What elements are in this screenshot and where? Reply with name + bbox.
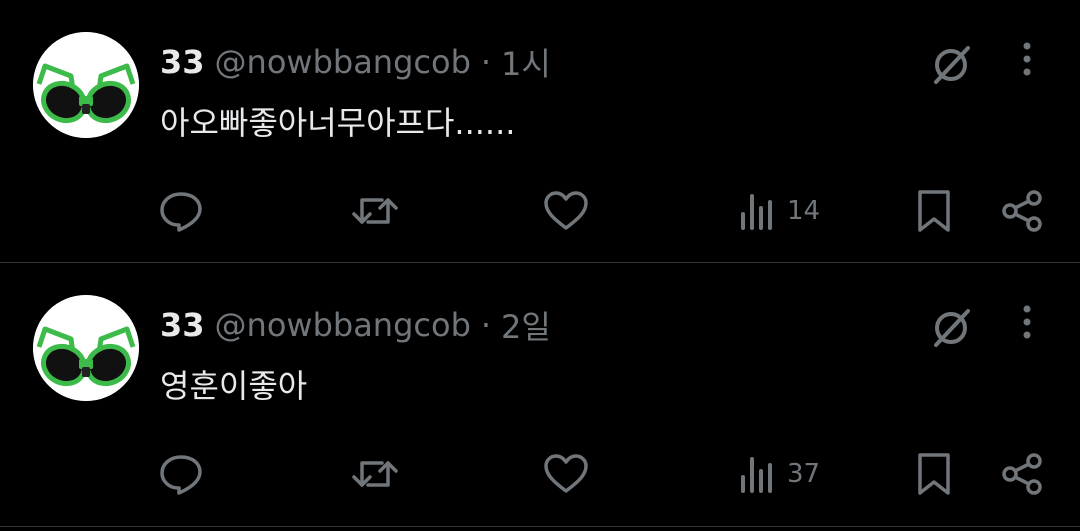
grok-icon[interactable] <box>928 305 974 351</box>
retweet-button[interactable] <box>350 187 400 235</box>
separator: · <box>480 43 492 81</box>
views-icon <box>741 457 772 493</box>
timestamp[interactable]: 1시 <box>501 39 551 85</box>
reply-icon <box>160 192 202 232</box>
views-count: 37 <box>787 459 821 489</box>
more-icon[interactable] <box>1014 305 1040 341</box>
avatar[interactable] <box>33 32 139 138</box>
views-icon <box>741 194 772 230</box>
tweet-divider <box>0 526 1080 527</box>
tweet-header: 33 @nowbbangcob · 2일 <box>160 303 551 347</box>
share-button[interactable] <box>1000 187 1046 235</box>
views-count: 14 <box>787 196 821 226</box>
like-button[interactable] <box>542 187 590 235</box>
like-button[interactable] <box>542 450 590 498</box>
user-handle[interactable]: @nowbbangcob <box>215 306 471 344</box>
more-icon[interactable] <box>1014 42 1040 78</box>
tweet[interactable]: 33 @nowbbangcob · 2일 영훈이좋아 37 <box>0 263 1080 525</box>
separator: · <box>480 306 492 344</box>
bookmark-icon <box>918 453 950 495</box>
views-button[interactable]: 14 <box>737 187 820 235</box>
views-button[interactable]: 37 <box>737 450 820 498</box>
like-icon <box>544 191 588 230</box>
alien-glasses-avatar-icon <box>33 32 139 138</box>
alien-glasses-avatar-icon <box>33 295 139 401</box>
display-name[interactable]: 33 <box>160 43 205 81</box>
avatar[interactable] <box>33 295 139 401</box>
timestamp[interactable]: 2일 <box>501 302 551 348</box>
share-button[interactable] <box>1000 450 1046 498</box>
bookmark-icon <box>918 190 950 232</box>
grok-icon[interactable] <box>928 42 974 88</box>
retweet-icon <box>352 461 398 487</box>
bookmark-button[interactable] <box>914 187 954 235</box>
tweet-header: 33 @nowbbangcob · 1시 <box>160 40 551 84</box>
user-handle[interactable]: @nowbbangcob <box>215 43 471 81</box>
like-icon <box>544 454 588 493</box>
tweet-text: 영훈이좋아 <box>160 367 308 405</box>
display-name[interactable]: 33 <box>160 306 205 344</box>
reply-icon <box>160 455 202 495</box>
retweet-icon <box>352 198 398 224</box>
bookmark-button[interactable] <box>914 450 954 498</box>
tweet-text: 아오빠좋아너무아프다...... <box>160 104 516 142</box>
reply-button[interactable] <box>158 187 204 235</box>
tweet[interactable]: 33 @nowbbangcob · 1시 아오빠좋아너무아프다...... 14 <box>0 0 1080 262</box>
share-icon <box>1002 453 1042 495</box>
share-icon <box>1002 190 1042 232</box>
retweet-button[interactable] <box>350 450 400 498</box>
reply-button[interactable] <box>158 450 204 498</box>
